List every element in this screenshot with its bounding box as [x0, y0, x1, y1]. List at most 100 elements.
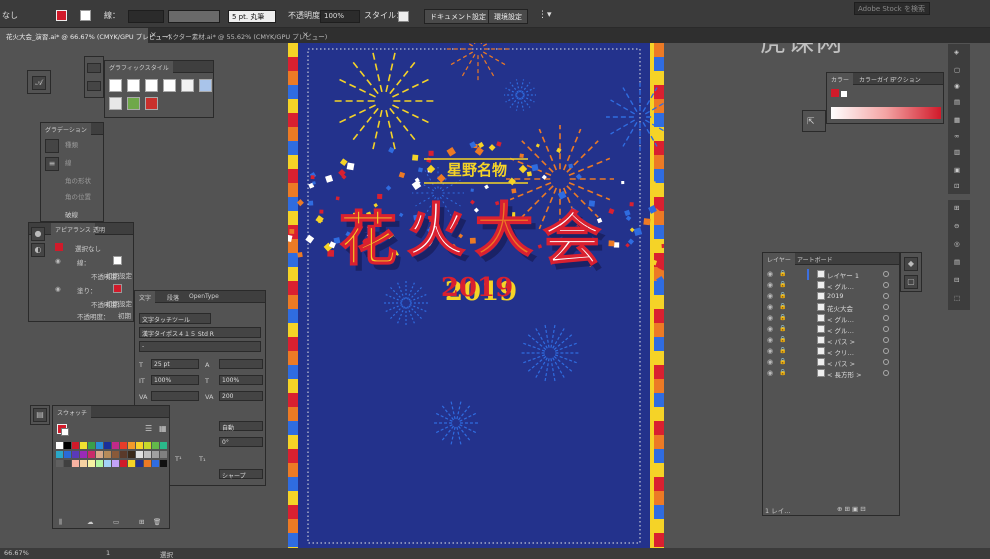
- color-swatch[interactable]: [144, 442, 151, 449]
- touch-type-tool-button[interactable]: 文字タッチツール: [139, 313, 211, 324]
- color-swatch[interactable]: [88, 460, 95, 467]
- stroke-weight-field[interactable]: [128, 10, 164, 23]
- dock-icon[interactable]: ◎: [954, 240, 960, 248]
- trash-icon[interactable]: 🗑: [153, 518, 161, 526]
- color-swatch[interactable]: [112, 451, 119, 458]
- visibility-eye-icon[interactable]: ◉: [767, 369, 773, 377]
- white-chip[interactable]: [841, 91, 847, 97]
- layer-row[interactable]: ◉ 🔒 < グル…: [763, 280, 911, 291]
- color-swatch[interactable]: [96, 460, 103, 467]
- color-swatch[interactable]: [136, 442, 143, 449]
- color-swatch[interactable]: [152, 451, 159, 458]
- layer-row[interactable]: ◉ 🔒 < パス >: [763, 357, 911, 368]
- color-swatch[interactable]: [96, 442, 103, 449]
- new-swatch-icon[interactable]: ⊞: [139, 518, 144, 526]
- vertical-scale-field[interactable]: 100%: [151, 375, 199, 385]
- visibility-eye-icon[interactable]: ◉: [767, 347, 773, 355]
- layer-row[interactable]: ◉ 🔒 < パス >: [763, 335, 911, 346]
- fill-swatch[interactable]: [56, 10, 67, 21]
- layer-row[interactable]: ◉ 🔒 < グル…: [763, 313, 911, 324]
- layer-options-icon[interactable]: ⊕ ⊞ ▣ ⊟: [837, 505, 866, 513]
- dock-icon[interactable]: ⊟: [954, 276, 959, 284]
- color-swatch[interactable]: [72, 442, 79, 449]
- eye-icon[interactable]: ◉: [55, 285, 61, 293]
- layer-row[interactable]: ◉ 🔒 < グル…: [763, 324, 911, 335]
- stroke-swatch[interactable]: [80, 10, 91, 21]
- style-swatch[interactable]: [199, 79, 212, 92]
- color-swatch[interactable]: [120, 451, 127, 458]
- link-icon[interactable]: ∞: [954, 132, 959, 140]
- target-circle-icon[interactable]: [883, 370, 889, 376]
- target-circle-icon[interactable]: [883, 315, 889, 321]
- color-swatch[interactable]: [152, 460, 159, 467]
- style-swatch[interactable]: [109, 79, 122, 92]
- style-swatch[interactable]: [127, 79, 140, 92]
- transform-icon[interactable]: [87, 81, 101, 91]
- color-swatch[interactable]: [128, 451, 135, 458]
- new-group-icon[interactable]: ▭: [113, 518, 119, 526]
- page-number[interactable]: 1: [106, 549, 110, 557]
- layer-row[interactable]: ◉ 🔒 レイヤー 1: [763, 269, 911, 280]
- dock-icon[interactable]: ▤: [954, 258, 960, 266]
- fill-color-swatch[interactable]: [113, 284, 122, 293]
- visibility-eye-icon[interactable]: ◉: [767, 325, 773, 333]
- color-swatch[interactable]: [64, 442, 71, 449]
- dock-icon[interactable]: ◉: [954, 82, 960, 90]
- color-swatch[interactable]: [72, 460, 79, 467]
- target-circle-icon[interactable]: [883, 348, 889, 354]
- list-view-icon[interactable]: ☰: [145, 424, 152, 433]
- color-swatch[interactable]: [152, 442, 159, 449]
- target-circle-icon[interactable]: [883, 326, 889, 332]
- layer-row[interactable]: ◉ 🔒 2019: [763, 291, 911, 302]
- visibility-eye-icon[interactable]: ◉: [767, 336, 773, 344]
- color-swatch[interactable]: [120, 460, 127, 467]
- dock-icon[interactable]: ◈: [954, 48, 959, 56]
- color-swatch[interactable]: [80, 442, 87, 449]
- color-swatch[interactable]: [80, 460, 87, 467]
- color-swatch[interactable]: [56, 451, 63, 458]
- color-swatch[interactable]: [160, 442, 167, 449]
- dock-icon[interactable]: ▣: [954, 166, 960, 174]
- style-swatch[interactable]: [145, 97, 158, 110]
- visibility-eye-icon[interactable]: ◉: [767, 281, 773, 289]
- type-icon[interactable]: 𝒜: [32, 76, 46, 90]
- lock-icon[interactable]: 🔒: [779, 347, 786, 354]
- style-swatch[interactable]: [127, 97, 140, 110]
- dock-icon[interactable]: ⬚: [954, 294, 960, 302]
- color-swatch[interactable]: [120, 442, 127, 449]
- lock-icon[interactable]: 🔒: [779, 336, 786, 343]
- cloud-icon[interactable]: ☁: [87, 518, 94, 526]
- color-swatch[interactable]: [128, 460, 135, 467]
- close-icon[interactable]: ×: [150, 30, 157, 39]
- font-family-select[interactable]: 漢字タイポス４１５ Std R: [139, 327, 261, 338]
- stock-search-input[interactable]: Adobe Stock を検索: [854, 2, 930, 15]
- swatch-panel-icon[interactable]: ▤: [33, 408, 47, 422]
- color-swatch[interactable]: [112, 460, 119, 467]
- color-swatch[interactable]: [56, 460, 63, 467]
- dock-icon[interactable]: ▥: [954, 148, 960, 156]
- tab-swatches[interactable]: スウォッチ: [53, 406, 92, 418]
- dock-icon[interactable]: ⊖: [954, 222, 959, 230]
- brush-dropdown[interactable]: 5 pt. 丸筆: [228, 10, 276, 23]
- dock-icon[interactable]: ⊞: [954, 204, 959, 212]
- grid-view-icon[interactable]: ▦: [159, 424, 167, 433]
- visibility-eye-icon[interactable]: ◉: [767, 314, 773, 322]
- transparency-icon[interactable]: ◐: [31, 243, 45, 257]
- style-swatch[interactable]: [163, 79, 176, 92]
- swatch-library-icon[interactable]: ⫼: [59, 518, 62, 527]
- tab-character[interactable]: 文字: [135, 291, 156, 303]
- subscript-icon[interactable]: T₁: [199, 455, 206, 463]
- active-stroke-swatch[interactable]: [61, 428, 69, 436]
- color-swatch[interactable]: [112, 442, 119, 449]
- lock-icon[interactable]: 🔒: [779, 292, 786, 299]
- dock-icon[interactable]: ▤: [954, 98, 960, 106]
- color-swatch[interactable]: [80, 451, 87, 458]
- target-circle-icon[interactable]: [883, 304, 889, 310]
- dock-icon[interactable]: ▦: [954, 116, 960, 124]
- rotation-field[interactable]: 0°: [219, 437, 263, 447]
- color-swatch[interactable]: [104, 460, 111, 467]
- target-circle-icon[interactable]: [883, 293, 889, 299]
- arrange-icon[interactable]: ⋮▾: [538, 10, 552, 20]
- lock-icon[interactable]: 🔒: [779, 358, 786, 365]
- fill-row-label[interactable]: 塗り：: [77, 285, 97, 295]
